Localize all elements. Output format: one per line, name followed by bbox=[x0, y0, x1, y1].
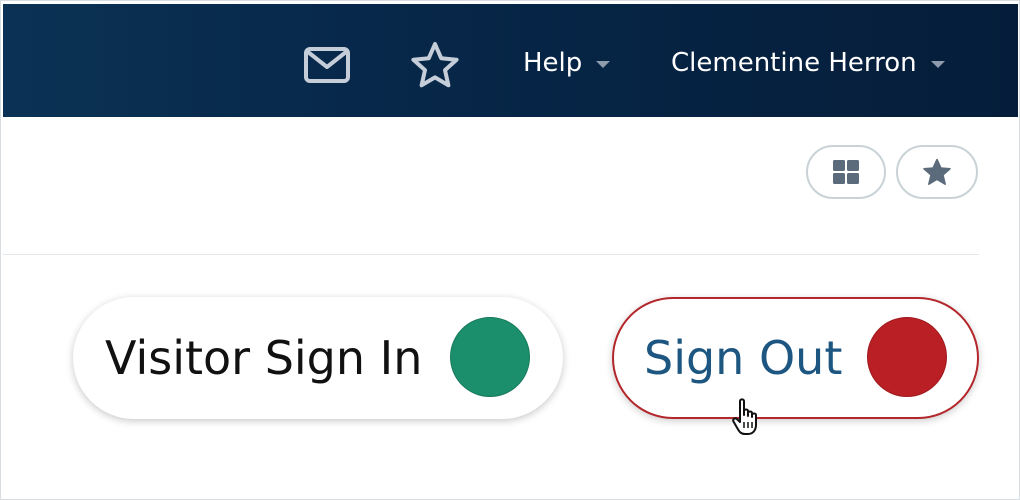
grid-view-button[interactable] bbox=[806, 145, 886, 199]
user-menu[interactable]: Clementine Herron bbox=[671, 46, 945, 80]
status-dot-red bbox=[867, 317, 947, 397]
grid-icon bbox=[833, 160, 859, 184]
help-menu[interactable]: Help bbox=[523, 46, 611, 80]
favorite-page-button[interactable] bbox=[896, 145, 978, 199]
visitor-sign-in-label: Visitor Sign In bbox=[105, 331, 423, 385]
mail-icon bbox=[304, 47, 350, 83]
app-window: Help Clementine Herron Visitor Sign In S… bbox=[0, 0, 1020, 500]
favorites-button[interactable] bbox=[409, 40, 461, 90]
top-navbar: Help Clementine Herron bbox=[3, 4, 1018, 117]
sign-out-button[interactable]: Sign Out bbox=[612, 297, 979, 419]
mail-button[interactable] bbox=[301, 40, 353, 90]
chevron-down-icon bbox=[930, 61, 945, 68]
hand-cursor-icon bbox=[732, 398, 757, 435]
help-menu-label: Help bbox=[523, 48, 583, 78]
section-divider bbox=[3, 254, 979, 255]
visitor-sign-in-button[interactable]: Visitor Sign In bbox=[73, 297, 563, 419]
star-filled-icon bbox=[923, 158, 951, 185]
chevron-down-icon bbox=[596, 61, 611, 68]
sign-out-label: Sign Out bbox=[644, 331, 843, 385]
star-outline-icon bbox=[411, 42, 459, 88]
user-name-label: Clementine Herron bbox=[671, 48, 917, 78]
status-dot-green bbox=[450, 317, 530, 397]
